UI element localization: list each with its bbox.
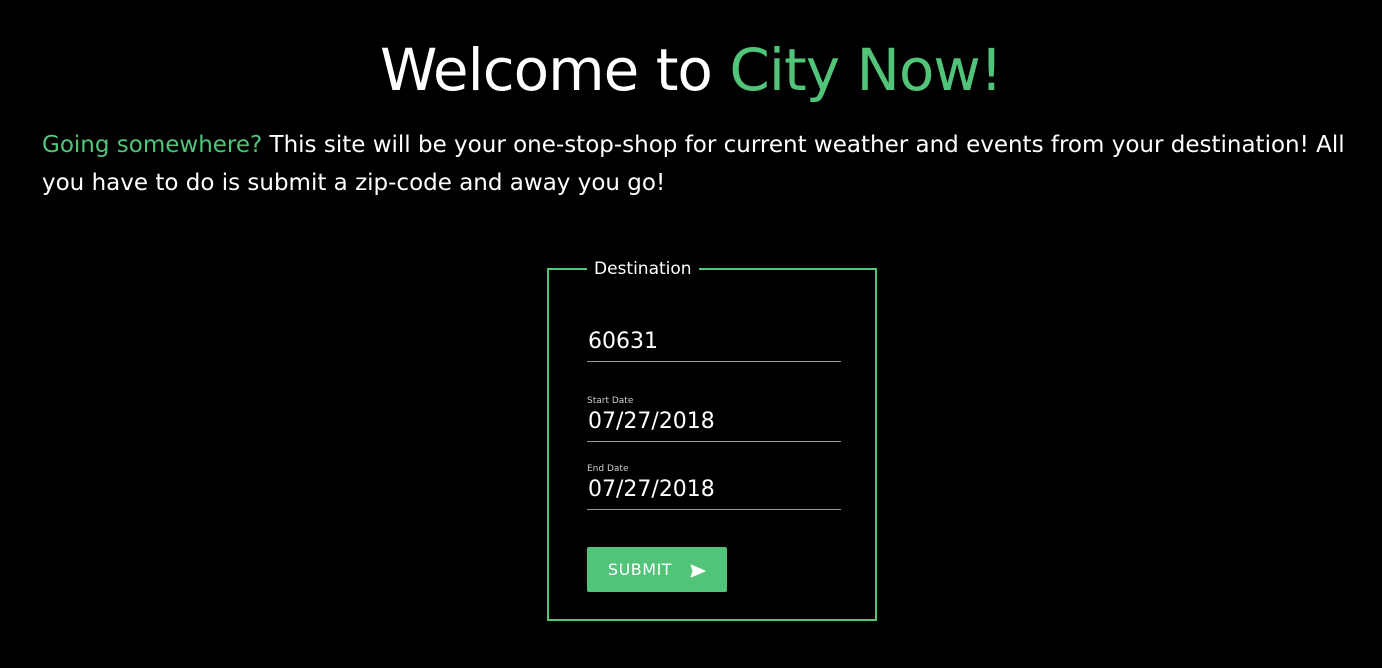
zip-input[interactable] <box>587 327 841 362</box>
title-accent: City Now! <box>729 36 1003 104</box>
destination-legend: Destination <box>594 259 692 279</box>
destination-form: Destination Start Date End Date SUBMIT <box>547 259 877 621</box>
intro-paragraph: Going somewhere? This site will be your … <box>42 126 1352 202</box>
page: Welcome to City Now! Going somewhere? Th… <box>0 0 1382 668</box>
end-date-field: End Date <box>587 463 841 510</box>
end-date-input[interactable] <box>587 475 841 510</box>
submit-button[interactable]: SUBMIT <box>587 547 727 592</box>
start-date-input[interactable] <box>587 407 841 442</box>
title-prefix: Welcome to <box>379 36 730 104</box>
intro-accent: Going somewhere? <box>42 132 263 158</box>
start-date-label: Start Date <box>587 396 634 406</box>
submit-label: SUBMIT <box>607 560 673 579</box>
end-date-label: End Date <box>587 464 629 474</box>
start-date-field: Start Date <box>587 395 841 442</box>
page-title: Welcome to City Now! <box>0 30 1382 110</box>
send-icon <box>690 563 706 577</box>
zip-field <box>587 327 841 362</box>
